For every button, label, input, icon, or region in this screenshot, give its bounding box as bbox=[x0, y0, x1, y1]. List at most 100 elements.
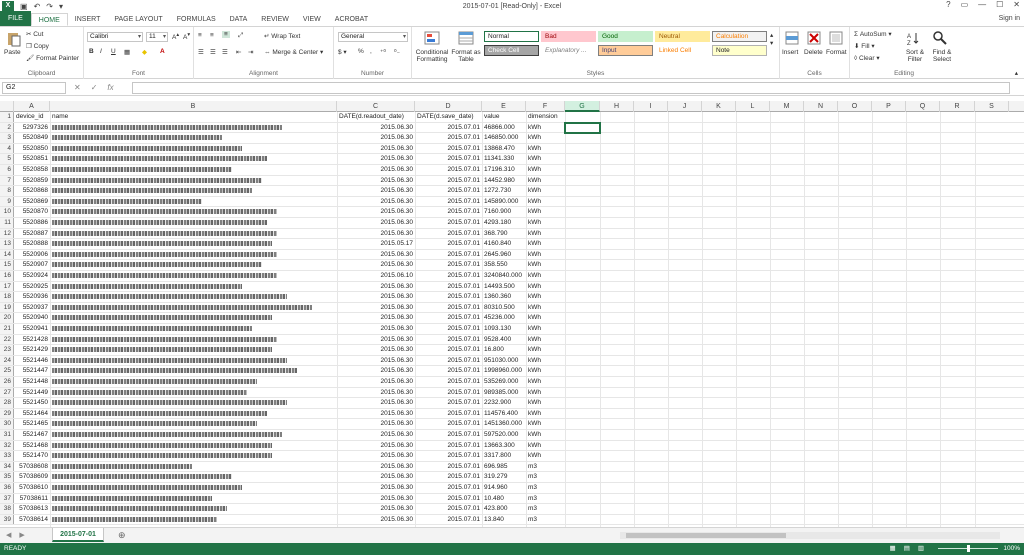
cell-device-id[interactable]: 5521450 bbox=[14, 398, 50, 408]
style-linked-cell[interactable]: Linked Cell bbox=[655, 45, 710, 56]
cell-device-id[interactable]: 5520907 bbox=[14, 260, 50, 270]
cell-value[interactable]: 14493.500 bbox=[482, 282, 526, 292]
cell-value[interactable]: 16.800 bbox=[482, 345, 526, 355]
cell-dimension[interactable]: kWh bbox=[526, 419, 565, 429]
cell-readout-date[interactable]: 2015.06.30 bbox=[337, 451, 415, 461]
cut-button[interactable]: ✂ Cut bbox=[26, 30, 43, 38]
font-name-select[interactable]: Calibri bbox=[87, 32, 143, 42]
delete-cells-icon[interactable] bbox=[806, 30, 822, 46]
cell-name-redacted[interactable] bbox=[50, 133, 337, 143]
row-header[interactable]: 27 bbox=[0, 387, 14, 398]
cell-dimension[interactable]: kWh bbox=[526, 398, 565, 408]
tab-insert[interactable]: INSERT bbox=[68, 13, 108, 26]
save-icon[interactable]: ▣ bbox=[20, 2, 28, 11]
cell-header-save-date[interactable]: DATE(d.save_date) bbox=[415, 112, 482, 122]
cell-device-id[interactable]: 5520870 bbox=[14, 207, 50, 217]
cell-device-id[interactable]: 5297326 bbox=[14, 123, 50, 133]
cell-name-redacted[interactable] bbox=[50, 462, 337, 472]
cell-header-dimension[interactable]: dimension bbox=[526, 112, 565, 122]
style-calculation[interactable]: Calculation bbox=[712, 31, 767, 42]
cell-name-redacted[interactable] bbox=[50, 218, 337, 228]
cell-value[interactable]: 145890.000 bbox=[482, 197, 526, 207]
cell-save-date[interactable]: 2015.07.01 bbox=[415, 133, 482, 143]
cell-save-date[interactable]: 2015.07.01 bbox=[415, 165, 482, 175]
cell-name-redacted[interactable] bbox=[50, 313, 337, 323]
style-normal[interactable]: Normal bbox=[484, 31, 539, 42]
cell-device-id[interactable]: 5520851 bbox=[14, 154, 50, 164]
row-header[interactable]: 35 bbox=[0, 472, 14, 482]
row-header[interactable]: 2 bbox=[0, 122, 14, 133]
new-sheet-button[interactable]: ⊕ bbox=[118, 530, 126, 541]
row-header[interactable]: 15 bbox=[0, 260, 14, 270]
cell-save-date[interactable]: 2015.07.01 bbox=[415, 123, 482, 133]
cell-value[interactable]: 10.480 bbox=[482, 494, 526, 504]
row-header[interactable]: 13 bbox=[0, 239, 14, 249]
row-header[interactable]: 23 bbox=[0, 345, 14, 355]
cell-save-date[interactable]: 2015.07.01 bbox=[415, 154, 482, 164]
cell-save-date[interactable]: 2015.07.01 bbox=[415, 430, 482, 440]
cell-device-id[interactable]: 57038610 bbox=[14, 483, 50, 493]
cell-save-date[interactable]: 2015.07.01 bbox=[415, 229, 482, 239]
tab-data[interactable]: DATA bbox=[223, 13, 255, 26]
conditional-formatting-button[interactable]: Conditional Formatting bbox=[414, 49, 450, 63]
cell-device-id[interactable]: 57038608 bbox=[14, 462, 50, 472]
cell-save-date[interactable]: 2015.07.01 bbox=[415, 462, 482, 472]
cell-save-date[interactable]: 2015.07.01 bbox=[415, 218, 482, 228]
cell-dimension[interactable]: kWh bbox=[526, 451, 565, 461]
autosum-button[interactable]: Σ AutoSum ▾ bbox=[854, 30, 892, 38]
cell-device-id[interactable]: 5520888 bbox=[14, 239, 50, 249]
cell-dimension[interactable]: kWh bbox=[526, 282, 565, 292]
align-center-icon[interactable]: ☰ bbox=[210, 48, 216, 56]
cell-name-redacted[interactable] bbox=[50, 303, 337, 313]
cell-readout-date[interactable]: 2015.06.30 bbox=[337, 483, 415, 493]
column-header-a[interactable]: A bbox=[14, 101, 50, 112]
cell-value[interactable]: 914.960 bbox=[482, 483, 526, 493]
formula-input[interactable] bbox=[132, 82, 1010, 94]
tab-formulas[interactable]: FORMULAS bbox=[170, 13, 223, 26]
cell-value[interactable]: 45236.000 bbox=[482, 313, 526, 323]
cell-value[interactable]: 114576.400 bbox=[482, 409, 526, 419]
cell-readout-date[interactable]: 2015.06.30 bbox=[337, 462, 415, 472]
cell-readout-date[interactable]: 2015.06.30 bbox=[337, 398, 415, 408]
cell-readout-date[interactable]: 2015.06.30 bbox=[337, 218, 415, 228]
cell-dimension[interactable]: kWh bbox=[526, 335, 565, 345]
cell-readout-date[interactable]: 2015.06.30 bbox=[337, 260, 415, 270]
cell-save-date[interactable]: 2015.07.01 bbox=[415, 292, 482, 302]
cell-value[interactable]: 14452.980 bbox=[482, 176, 526, 186]
decrease-decimal-icon[interactable]: ⁰₋ bbox=[394, 48, 400, 56]
cell-device-id[interactable]: 5520859 bbox=[14, 176, 50, 186]
row-header[interactable]: 32 bbox=[0, 440, 14, 451]
sign-in-link[interactable]: Sign in bbox=[999, 15, 1020, 22]
cell-value[interactable]: 2232.900 bbox=[482, 398, 526, 408]
cell-readout-date[interactable]: 2015.06.30 bbox=[337, 313, 415, 323]
cell-device-id[interactable]: 5521464 bbox=[14, 409, 50, 419]
style-note[interactable]: Note bbox=[712, 45, 767, 56]
cell-save-date[interactable]: 2015.07.01 bbox=[415, 186, 482, 196]
row-header[interactable]: 18 bbox=[0, 292, 14, 302]
column-header-o[interactable]: O bbox=[838, 101, 872, 112]
cell-device-id[interactable]: 5520940 bbox=[14, 313, 50, 323]
cell-dimension[interactable]: kWh bbox=[526, 165, 565, 175]
cell-device-id[interactable]: 5521449 bbox=[14, 388, 50, 398]
cell-name-redacted[interactable] bbox=[50, 494, 337, 504]
help-button[interactable]: ? bbox=[946, 0, 950, 9]
currency-icon[interactable]: $ ▾ bbox=[338, 48, 347, 56]
cell-dimension[interactable]: kWh bbox=[526, 324, 565, 334]
cell-readout-date[interactable]: 2015.06.30 bbox=[337, 472, 415, 482]
page-break-view-icon[interactable]: ▥ bbox=[918, 543, 924, 555]
cell-value[interactable]: 951030.000 bbox=[482, 356, 526, 366]
tab-review[interactable]: REVIEW bbox=[254, 13, 296, 26]
column-header-j[interactable]: J bbox=[668, 101, 702, 112]
cell-value[interactable]: 696.985 bbox=[482, 462, 526, 472]
cell-readout-date[interactable]: 2015.06.30 bbox=[337, 144, 415, 154]
cell-save-date[interactable]: 2015.07.01 bbox=[415, 356, 482, 366]
cell-value[interactable]: 535269.000 bbox=[482, 377, 526, 387]
column-header-h[interactable]: H bbox=[600, 101, 634, 112]
cell-dimension[interactable]: m3 bbox=[526, 472, 565, 482]
row-header[interactable]: 20 bbox=[0, 313, 14, 323]
cell-dimension[interactable]: kWh bbox=[526, 409, 565, 419]
cell-dimension[interactable]: kWh bbox=[526, 218, 565, 228]
paste-icon[interactable] bbox=[6, 31, 22, 47]
cell-readout-date[interactable]: 2015.06.30 bbox=[337, 377, 415, 387]
cell-device-id[interactable]: 5520941 bbox=[14, 324, 50, 334]
